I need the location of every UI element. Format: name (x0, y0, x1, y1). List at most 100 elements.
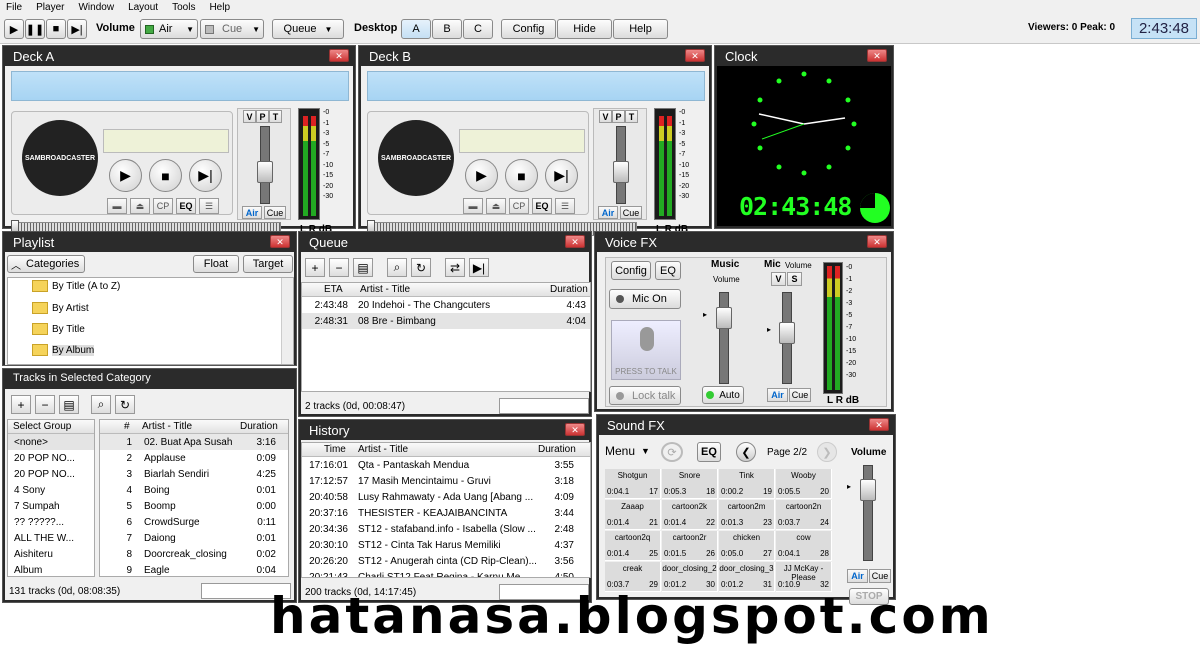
desktop-b-button[interactable]: B (432, 19, 462, 39)
tree-item[interactable]: By Title (32, 323, 85, 335)
soundfx-cell[interactable]: cartoon2r 0:01.5 26 (662, 531, 718, 561)
soundfx-cell[interactable]: Tink 0:00.2 19 (719, 469, 775, 499)
deck-a-air-button[interactable]: Air (242, 206, 262, 219)
soundfx-cue-button[interactable]: Cue (869, 569, 891, 583)
play-next-icon[interactable]: ▶| (469, 258, 489, 277)
search-icon[interactable]: ⌕ (387, 258, 407, 277)
table-row[interactable]: 17:12:57 17 Masih Mencintaimu - Gruvi 3:18 (302, 473, 590, 489)
shuffle-icon[interactable]: ⇄ (445, 258, 465, 277)
music-volume-knob[interactable] (716, 307, 732, 329)
table-row[interactable]: 1 02. Buat Apa Susah 3:16 (100, 434, 288, 450)
table-row[interactable]: 2:43:48 20 Indehoi - The Changcuters 4:43 (302, 297, 590, 313)
voicefx-config-button[interactable]: Config (611, 261, 651, 280)
table-row[interactable]: 3 Biarlah Sendiri 4:25 (100, 466, 288, 482)
soundfx-cell[interactable]: cartoon2n 0:03.7 24 (776, 500, 832, 530)
soundfx-cell[interactable]: cow 0:04.1 28 (776, 531, 832, 561)
music-volume-fader[interactable] (719, 292, 729, 384)
soundfx-cell[interactable]: cartoon2q 0:01.4 25 (605, 531, 661, 561)
menu-window[interactable]: Window (78, 2, 114, 13)
close-icon[interactable]: ✕ (685, 49, 705, 62)
group-item[interactable]: <none> (8, 434, 94, 450)
close-icon[interactable]: ✕ (565, 423, 585, 436)
desktop-c-button[interactable]: C (463, 19, 493, 39)
group-item[interactable]: Album (8, 562, 94, 576)
mic-volume-knob[interactable] (779, 322, 795, 344)
eject-icon[interactable]: ⏏ (130, 198, 150, 214)
search-icon[interactable]: ⌕ (91, 395, 111, 414)
deck-a-cp-button[interactable]: CP (153, 198, 173, 214)
table-row[interactable]: 2 Applause 0:09 (100, 450, 288, 466)
col-artist-title[interactable]: Artist - Title (358, 444, 408, 455)
mic-on-button[interactable]: Mic On (609, 289, 681, 309)
col-artist-title[interactable]: Artist - Title (360, 284, 410, 295)
stop-icon[interactable]: ■ (46, 19, 66, 39)
close-icon[interactable]: ✕ (270, 235, 290, 248)
table-row[interactable]: 20:21:43 Charli ST12 Feat Regina - Karnu … (302, 569, 590, 578)
close-icon[interactable]: ✕ (867, 49, 887, 62)
table-row[interactable]: 7 Daiong 0:01 (100, 530, 288, 546)
air-volume-button[interactable]: Air ▼ (140, 19, 198, 39)
deck-b-v-button[interactable]: V (599, 110, 612, 123)
soundfx-menu-button[interactable]: Menu ▼ (605, 444, 650, 458)
mic-v-button[interactable]: V (771, 272, 786, 286)
tree-item[interactable]: By Artist (32, 302, 89, 314)
deck-b-p-button[interactable]: P (612, 110, 625, 123)
save-icon[interactable]: ▤ (59, 395, 79, 414)
deck-a-volume-knob[interactable] (257, 161, 273, 183)
table-row[interactable]: 20:34:36 ST12 - stafaband.info - Isabella… (302, 521, 590, 537)
table-row[interactable]: 4 Boing 0:01 (100, 482, 288, 498)
soundfx-cell[interactable]: Snore 0:05.3 18 (662, 469, 718, 499)
fade-icon[interactable]: ▬ (107, 198, 127, 214)
chevron-right-icon[interactable]: ❯ (817, 442, 837, 462)
mic-s-button[interactable]: S (787, 272, 802, 286)
remove-icon[interactable]: − (35, 395, 55, 414)
voicefx-cue-button[interactable]: Cue (789, 388, 811, 402)
sync-icon[interactable]: ⟳ (661, 442, 683, 462)
close-icon[interactable]: ✕ (565, 235, 585, 248)
next-icon[interactable]: ▶| (189, 159, 222, 192)
voicefx-eq-button[interactable]: EQ (655, 261, 681, 280)
cue-volume-button[interactable]: Cue ▼ (200, 19, 264, 39)
soundfx-cell[interactable]: cartoon2k 0:01.4 22 (662, 500, 718, 530)
tree-item-selected[interactable]: By Album (32, 344, 95, 356)
table-row[interactable]: 8 Doorcreak_closing 0:02 (100, 546, 288, 562)
table-row[interactable]: 5 Boomp 0:00 (100, 498, 288, 514)
config-button[interactable]: Config (501, 19, 556, 39)
refresh-icon[interactable]: ↻ (115, 395, 135, 414)
categories-button[interactable]: ︿ Categories (7, 255, 85, 273)
auto-button[interactable]: Auto (702, 386, 744, 404)
soundfx-cell[interactable]: Wooby 0:05.5 20 (776, 469, 832, 499)
stop-icon[interactable]: ■ (505, 159, 538, 192)
play-icon[interactable]: ▶ (109, 159, 142, 192)
lock-talk-button[interactable]: Lock talk (609, 386, 681, 405)
remove-icon[interactable]: − (329, 258, 349, 277)
chevron-left-icon[interactable]: ❮ (736, 442, 756, 462)
deck-b-cue-button[interactable]: Cue (620, 206, 642, 219)
col-number[interactable]: # (124, 421, 130, 432)
col-eta[interactable]: ETA (324, 284, 343, 295)
menu-player[interactable]: Player (36, 2, 64, 13)
deck-a-cue-button[interactable]: Cue (264, 206, 286, 219)
deck-b-volume-knob[interactable] (613, 161, 629, 183)
col-duration[interactable]: Duration (538, 444, 576, 455)
menu-tools[interactable]: Tools (172, 2, 195, 13)
play-icon[interactable]: ▶ (4, 19, 24, 39)
col-duration[interactable]: Duration (240, 421, 278, 432)
soundfx-air-button[interactable]: Air (847, 569, 868, 583)
deck-a-eq-button[interactable]: EQ (176, 198, 196, 214)
group-item[interactable]: 7 Sumpah (8, 498, 94, 514)
deck-a-t-button[interactable]: T (269, 110, 282, 123)
queue-filter-field[interactable] (499, 398, 589, 414)
menu-file[interactable]: File (6, 2, 22, 13)
deck-b-eq-button[interactable]: EQ (532, 198, 552, 214)
fade-icon[interactable]: ▬ (463, 198, 483, 214)
next-icon[interactable]: ▶| (67, 19, 87, 39)
deck-b-cp-button[interactable]: CP (509, 198, 529, 214)
float-button[interactable]: Float (193, 255, 239, 273)
close-icon[interactable]: ✕ (329, 49, 349, 62)
scrollbar[interactable] (281, 278, 293, 364)
soundfx-cell[interactable]: chicken 0:05.0 27 (719, 531, 775, 561)
pause-icon[interactable]: ❚❚ (25, 19, 45, 39)
soundfx-volume-knob[interactable] (860, 479, 876, 501)
group-item[interactable]: ?? ?????... (8, 514, 94, 530)
